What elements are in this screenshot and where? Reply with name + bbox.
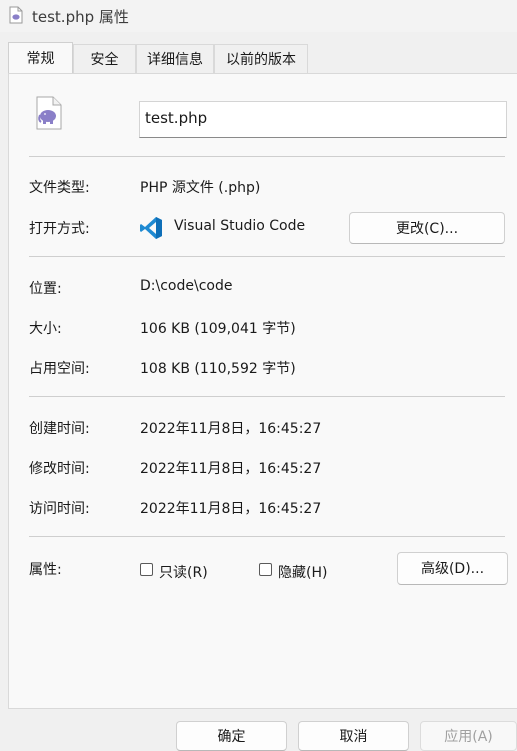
size-value: 106 KB (109,041 字节) (140, 321, 296, 337)
general-panel (8, 73, 517, 709)
attributes-label: 属性: (29, 562, 62, 578)
open-with-app-name: Visual Studio Code (174, 218, 306, 234)
size-on-disk-label: 占用空间: (29, 361, 90, 377)
readonly-label[interactable]: 只读(R) (159, 562, 208, 582)
separator (29, 256, 505, 257)
size-label: 大小: (29, 321, 62, 337)
cancel-button[interactable]: 取消 (298, 721, 409, 751)
location-value: D:\code\code (140, 278, 233, 294)
created-value: 2022年11月8日，16:45:27 (140, 421, 322, 437)
modified-label: 修改时间: (29, 461, 90, 477)
php-elephant-file-icon (36, 96, 62, 130)
hidden-checkbox[interactable] (259, 563, 272, 576)
created-label: 创建时间: (29, 421, 90, 437)
vscode-icon (140, 217, 162, 239)
ok-button[interactable]: 确定 (176, 721, 287, 751)
readonly-checkbox[interactable] (140, 563, 153, 576)
modified-value: 2022年11月8日，16:45:27 (140, 461, 322, 477)
file-type-label: 文件类型: (29, 180, 90, 196)
tab-general[interactable]: 常规 (8, 42, 73, 73)
window-title: test.php 属性 (32, 8, 129, 26)
tab-security[interactable]: 安全 (73, 44, 136, 73)
accessed-label: 访问时间: (29, 501, 90, 517)
open-with-label: 打开方式: (29, 221, 90, 237)
hidden-label[interactable]: 隐藏(H) (278, 562, 327, 582)
tab-previous-versions[interactable]: 以前的版本 (214, 44, 308, 73)
separator (29, 156, 505, 157)
title-bar: test.php 属性 (0, 0, 517, 32)
file-name-input[interactable] (139, 101, 507, 138)
tab-details[interactable]: 详细信息 (136, 44, 214, 73)
advanced-button[interactable]: 高级(D)... (397, 552, 508, 585)
size-on-disk-value: 108 KB (110,592 字节) (140, 361, 296, 377)
accessed-value: 2022年11月8日，16:45:27 (140, 501, 322, 517)
file-type-value: PHP 源文件 (.php) (140, 180, 261, 196)
apply-button[interactable]: 应用(A) (420, 721, 517, 751)
separator (29, 396, 505, 397)
separator (29, 536, 505, 537)
location-label: 位置: (29, 281, 62, 297)
change-button[interactable]: 更改(C)... (349, 212, 505, 244)
php-file-icon (9, 6, 23, 24)
